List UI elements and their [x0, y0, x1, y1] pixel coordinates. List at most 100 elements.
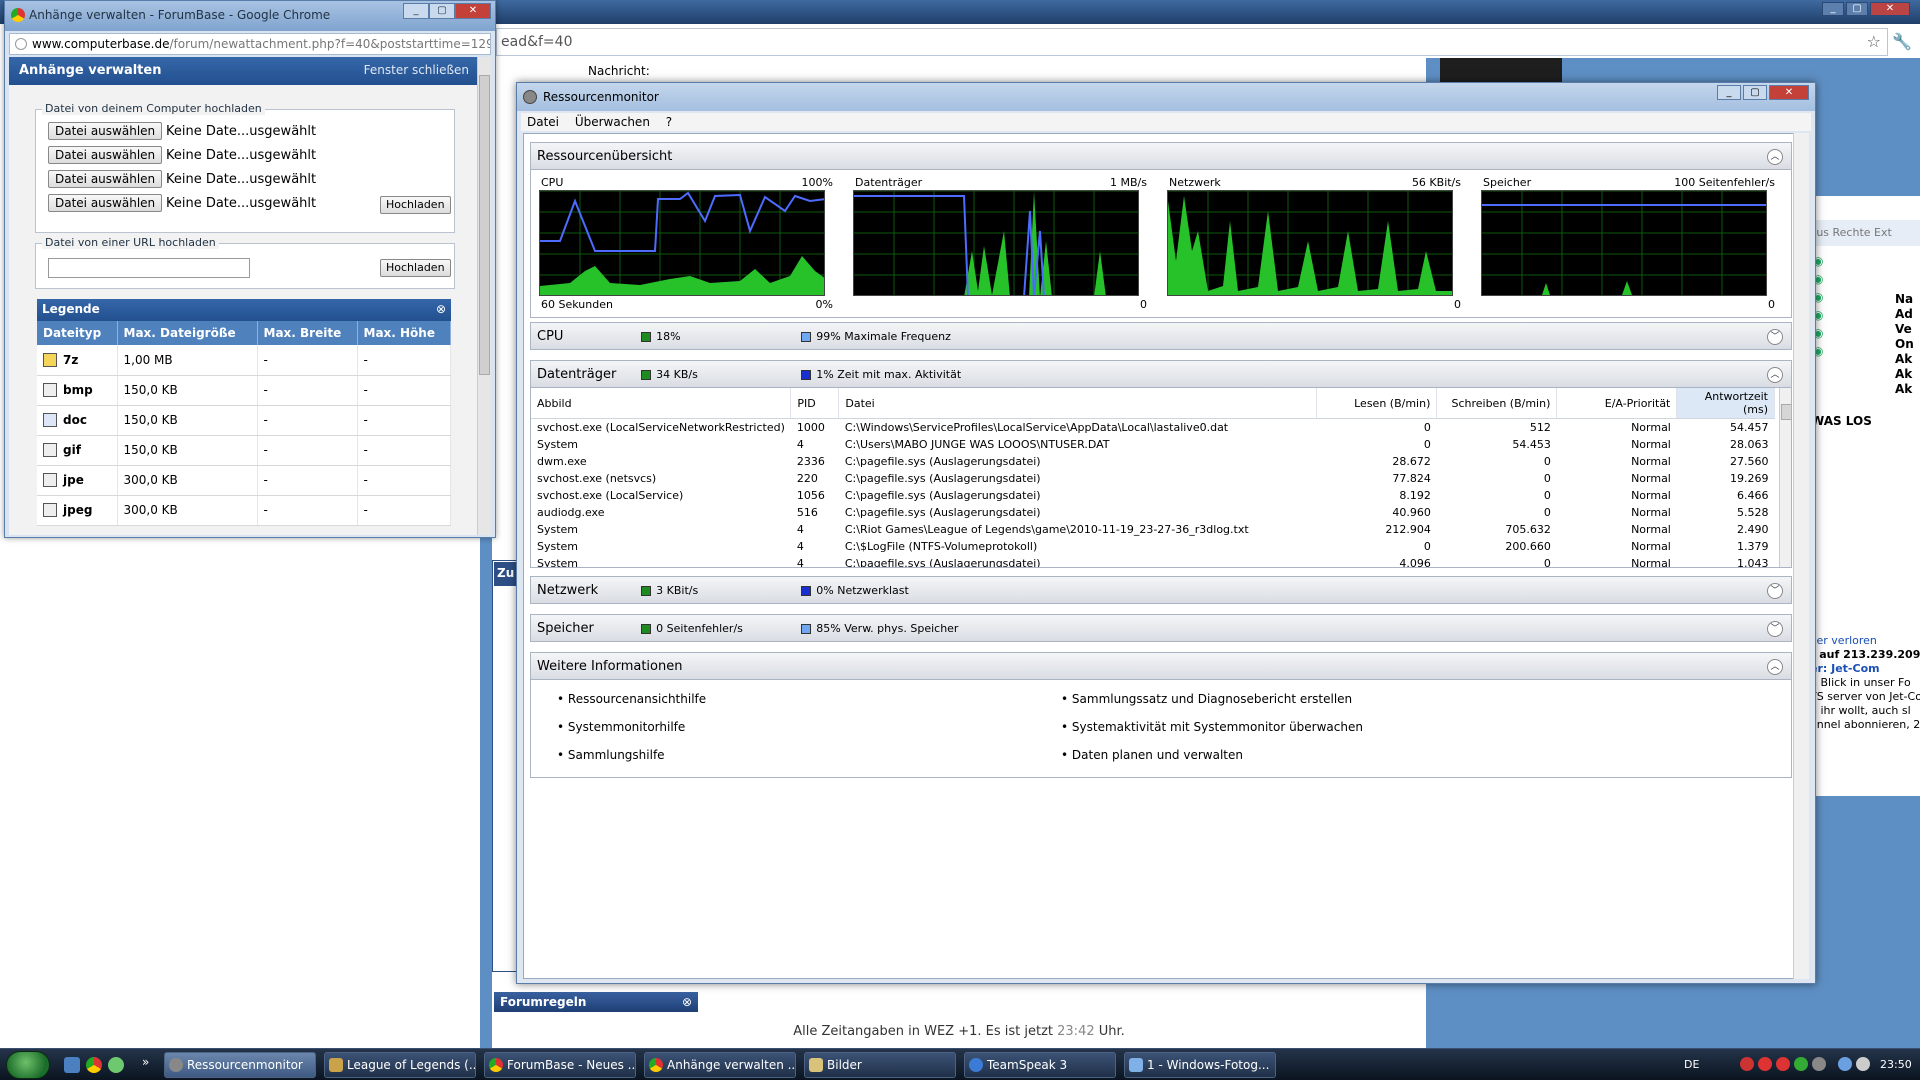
bookmark-star-icon[interactable]: ☆	[1867, 32, 1881, 51]
minimize-button[interactable]: _	[1717, 85, 1741, 100]
choose-file-button[interactable]: Datei auswählen	[48, 122, 163, 140]
table-row[interactable]: svchost.exe (LocalServiceNetworkRestrict…	[531, 419, 1775, 436]
url-input[interactable]	[48, 258, 250, 278]
taskbar-button-photos[interactable]: 1 - Windows-Fotog...	[1124, 1052, 1276, 1078]
resmon-scrollbar[interactable]	[1793, 133, 1809, 979]
popup-scrollbar[interactable]	[477, 57, 491, 535]
maximize-button[interactable]: ▢	[1743, 85, 1767, 100]
column-abbild[interactable]: Abbild	[531, 388, 792, 419]
table-row[interactable]: System 4 C:\$LogFile (NTFS-Volumeprotokoll…	[531, 538, 1775, 555]
taskbar-button-teamspeak[interactable]: TeamSpeak 3	[964, 1052, 1116, 1078]
link-label[interactable]: Daten planen und verwalten	[1072, 748, 1243, 762]
help-link[interactable]: • Sammlungshilfe	[557, 748, 665, 762]
background-address-bar[interactable]: ead&f=40 ☆	[496, 28, 1888, 56]
tray-icon-block[interactable]	[1776, 1057, 1790, 1071]
wrench-icon[interactable]: 🔧	[1892, 32, 1912, 51]
collapse-icon[interactable]: ⊗	[682, 995, 692, 1009]
collapse-chevron-icon[interactable]: ︿	[1767, 367, 1783, 383]
chrome-quicklaunch-icon[interactable]	[86, 1057, 102, 1073]
link-label[interactable]: Ressourcenansichthilfe	[568, 692, 706, 706]
ts-name[interactable]: Na	[1895, 292, 1914, 307]
cpu-section-header[interactable]: CPU 18% 99% Maximale Frequenz ﹀	[530, 322, 1792, 350]
overview-section-header[interactable]: Ressourcenübersicht ︿	[530, 142, 1792, 170]
memory-section-header[interactable]: Speicher 0 Seitenfehler/s 85% Verw. phys…	[530, 614, 1792, 642]
choose-file-button[interactable]: Datei auswählen	[48, 194, 163, 212]
column-priority[interactable]: E/A-Priorität	[1556, 388, 1678, 419]
table-row[interactable]: audiodg.exe 516 C:\pagefile.sys (Auslageru…	[531, 504, 1775, 521]
help-link[interactable]: • Sammlungssatz und Diagnosebericht erst…	[1061, 692, 1352, 706]
minimize-button[interactable]: _	[1822, 2, 1844, 16]
expand-chevron-icon[interactable]: ﹀	[1767, 583, 1783, 599]
table-row[interactable]: System 4 C:\pagefile.sys (Auslagerungsdate…	[531, 555, 1775, 568]
minimize-button[interactable]: _	[403, 3, 429, 19]
table-row[interactable]: System 4 C:\Riot Games\League of Legends\g…	[531, 521, 1775, 538]
help-link[interactable]: • Systemmonitorhilfe	[557, 720, 685, 734]
taskbar-button-resmon[interactable]: Ressourcenmonitor	[164, 1052, 316, 1078]
disk-section-header[interactable]: Datenträger 34 KB/s 1% Zeit mit max. Akt…	[530, 360, 1792, 388]
menu-help[interactable]: ?	[666, 115, 672, 129]
link-label[interactable]: Systemaktivität mit Systemmonitor überwa…	[1072, 720, 1363, 734]
close-button[interactable]: ✕	[1870, 2, 1910, 16]
network-icon[interactable]	[1838, 1057, 1852, 1071]
log-line[interactable]: er: Jet-Com	[1810, 662, 1920, 676]
column-schreiben[interactable]: Schreiben (B/min)	[1436, 388, 1558, 419]
more-info-section-header[interactable]: Weitere Informationen ︿	[530, 652, 1792, 680]
table-row[interactable]: System 4 C:\Users\MABO JUNGE WAS LOOOS\NTU…	[531, 436, 1775, 453]
collapse-icon[interactable]: ⊗	[436, 302, 446, 316]
taskbar-button-bilder[interactable]: Bilder	[804, 1052, 956, 1078]
close-window-link[interactable]: Fenster schließen	[364, 63, 469, 77]
taskbar-button-lol[interactable]: League of Legends (...	[324, 1052, 476, 1078]
restore-button[interactable]: ▢	[1846, 2, 1868, 16]
taskbar-button-forumbase[interactable]: ForumBase - Neues ...	[484, 1052, 636, 1078]
forumregeln-header[interactable]: Forumregeln ⊗	[492, 990, 700, 1014]
tray-icon-green[interactable]	[1794, 1057, 1808, 1071]
table-row[interactable]: dwm.exe 2336 C:\pagefile.sys (Auslagerungs…	[531, 453, 1775, 470]
clock[interactable]: 23:50	[1880, 1058, 1912, 1071]
tray-icon-red[interactable]	[1740, 1057, 1754, 1071]
menu-ueberwachen[interactable]: Überwachen	[575, 115, 650, 129]
scrollbar-thumb[interactable]	[479, 75, 490, 375]
column-datei[interactable]: Datei	[838, 388, 1318, 419]
table-row[interactable]: svchost.exe (LocalService) 1056 C:\pagefil…	[531, 487, 1775, 504]
close-button[interactable]: ✕	[455, 3, 491, 19]
ts-name[interactable]: Ak	[1895, 382, 1914, 397]
link-label[interactable]: Sammlungshilfe	[568, 748, 665, 762]
expand-chevron-icon[interactable]: ﹀	[1767, 621, 1783, 637]
expand-chevron-icon[interactable]: ﹀	[1767, 329, 1783, 345]
url-upload-button[interactable]: Hochladen	[380, 259, 451, 277]
tray-icon-power[interactable]	[1812, 1057, 1826, 1071]
maximize-button[interactable]: ▢	[429, 3, 455, 19]
help-link[interactable]: • Ressourcenansichthilfe	[557, 692, 706, 706]
tray-icon-alert[interactable]	[1758, 1057, 1772, 1071]
ts-name[interactable]: On	[1895, 337, 1914, 352]
table-row[interactable]: svchost.exe (netsvcs) 220 C:\pagefile.sys …	[531, 470, 1775, 487]
quicklaunch-overflow-icon[interactable]: »	[142, 1055, 149, 1069]
disk-table-scrollbar[interactable]	[1779, 388, 1791, 567]
column-lesen[interactable]: Lesen (B/min)	[1316, 388, 1438, 419]
link-label[interactable]: Sammlungssatz und Diagnosebericht erstel…	[1072, 692, 1352, 706]
collapse-chevron-icon[interactable]: ︿	[1767, 149, 1783, 165]
language-indicator[interactable]: DE	[1684, 1058, 1699, 1071]
menu-datei[interactable]: Datei	[527, 115, 559, 129]
column-antwortzeit[interactable]: Antwortzeit (ms)	[1676, 388, 1775, 419]
popup-url-bar[interactable]: www.computerbase.de/forum/newattachment.…	[9, 33, 491, 55]
ts-name[interactable]: Ad	[1895, 307, 1914, 322]
choose-file-button[interactable]: Datei auswählen	[48, 146, 163, 164]
choose-file-button[interactable]: Datei auswählen	[48, 170, 163, 188]
column-pid[interactable]: PID	[790, 388, 840, 419]
ts-channel-name[interactable]: WAS LOS	[1811, 414, 1872, 428]
help-link[interactable]: • Daten planen und verwalten	[1061, 748, 1243, 762]
taskbar-button-attachments[interactable]: Anhänge verwalten ...	[644, 1052, 796, 1078]
show-desktop-icon[interactable]	[64, 1057, 80, 1073]
ts-name[interactable]: Ak	[1895, 352, 1914, 367]
link-label[interactable]: Systemmonitorhilfe	[568, 720, 685, 734]
upload-button[interactable]: Hochladen	[380, 196, 451, 214]
volume-icon[interactable]	[1856, 1057, 1870, 1071]
collapse-chevron-icon[interactable]: ︿	[1767, 659, 1783, 675]
ts-name[interactable]: Ve	[1895, 322, 1914, 337]
ts-name[interactable]: Ak	[1895, 367, 1914, 382]
help-link[interactable]: • Systemaktivität mit Systemmonitor über…	[1061, 720, 1363, 734]
scrollbar-thumb[interactable]	[1781, 404, 1791, 420]
close-button[interactable]: ✕	[1769, 85, 1809, 100]
app-quicklaunch-icon[interactable]	[108, 1057, 124, 1073]
